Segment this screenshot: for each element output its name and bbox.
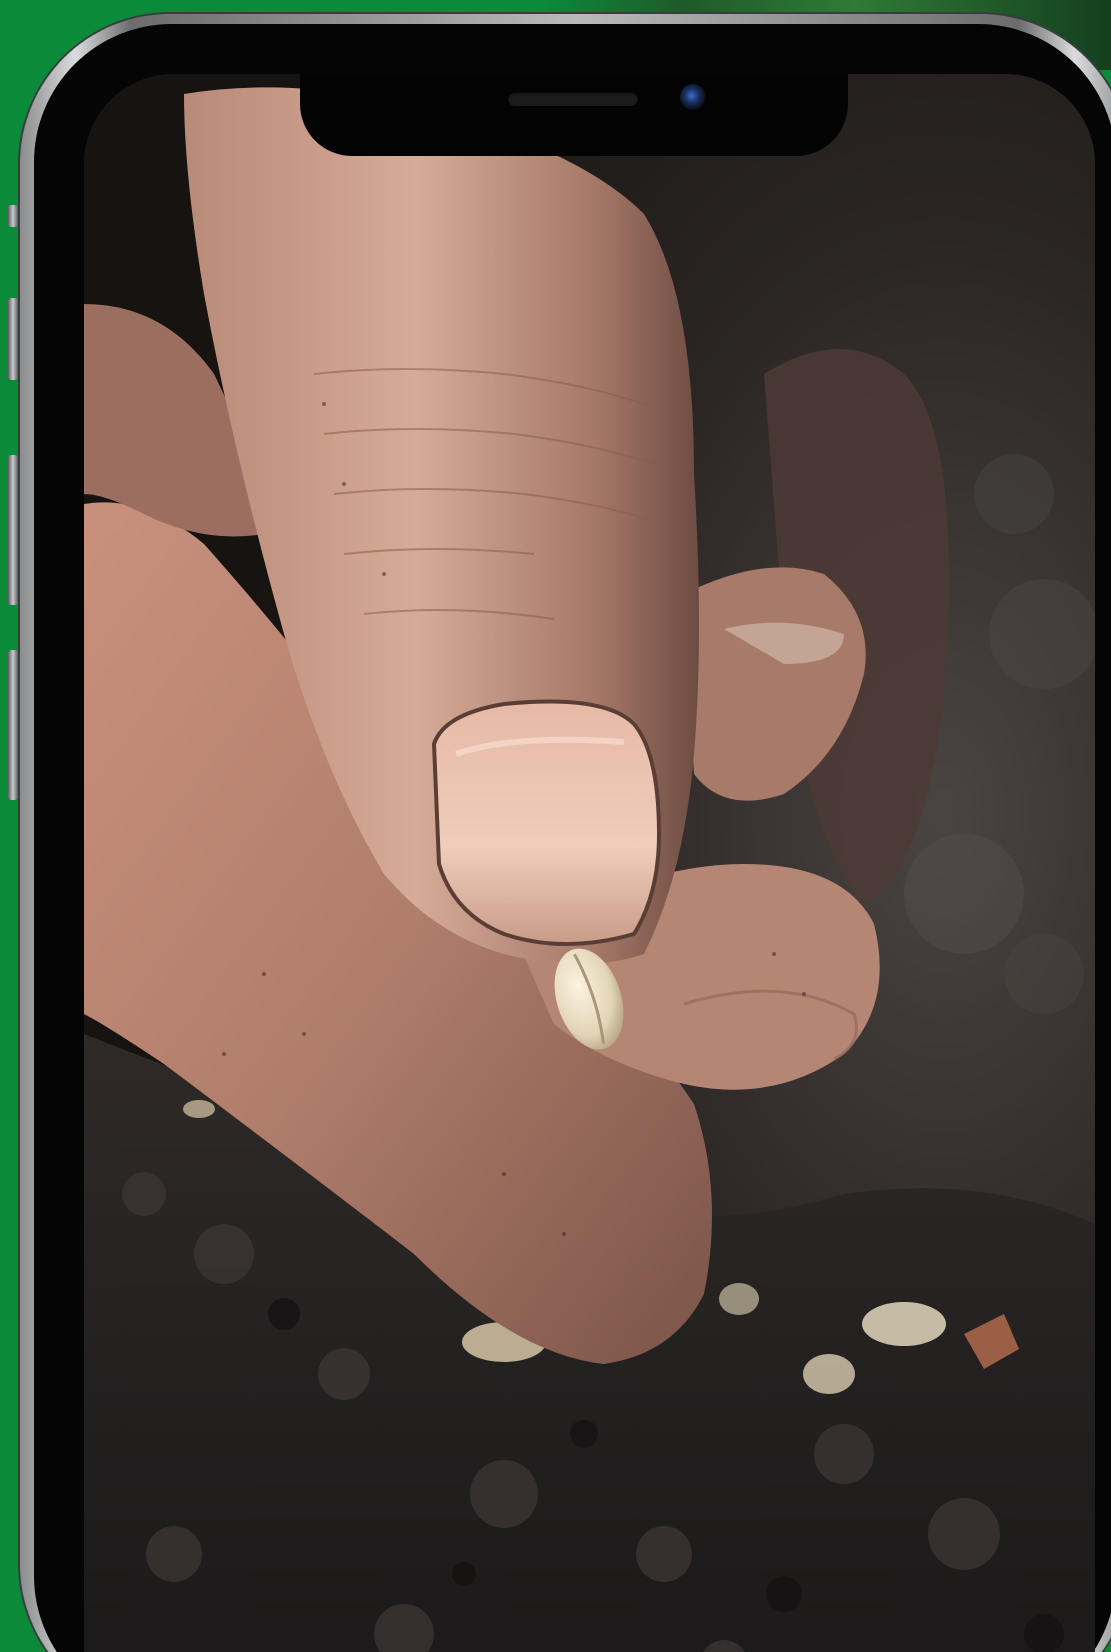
earpiece-speaker-icon: [508, 92, 638, 106]
silent-switch: [8, 205, 18, 227]
volume-up-button: [8, 298, 18, 380]
phone-screen: [84, 74, 1095, 1652]
page-background: [0, 0, 1111, 1652]
phone-notch: [300, 74, 848, 156]
seed-planting-photo: [84, 74, 1095, 1652]
volume-down-button: [8, 455, 18, 605]
side-button: [8, 650, 18, 800]
front-camera-icon: [680, 84, 706, 110]
